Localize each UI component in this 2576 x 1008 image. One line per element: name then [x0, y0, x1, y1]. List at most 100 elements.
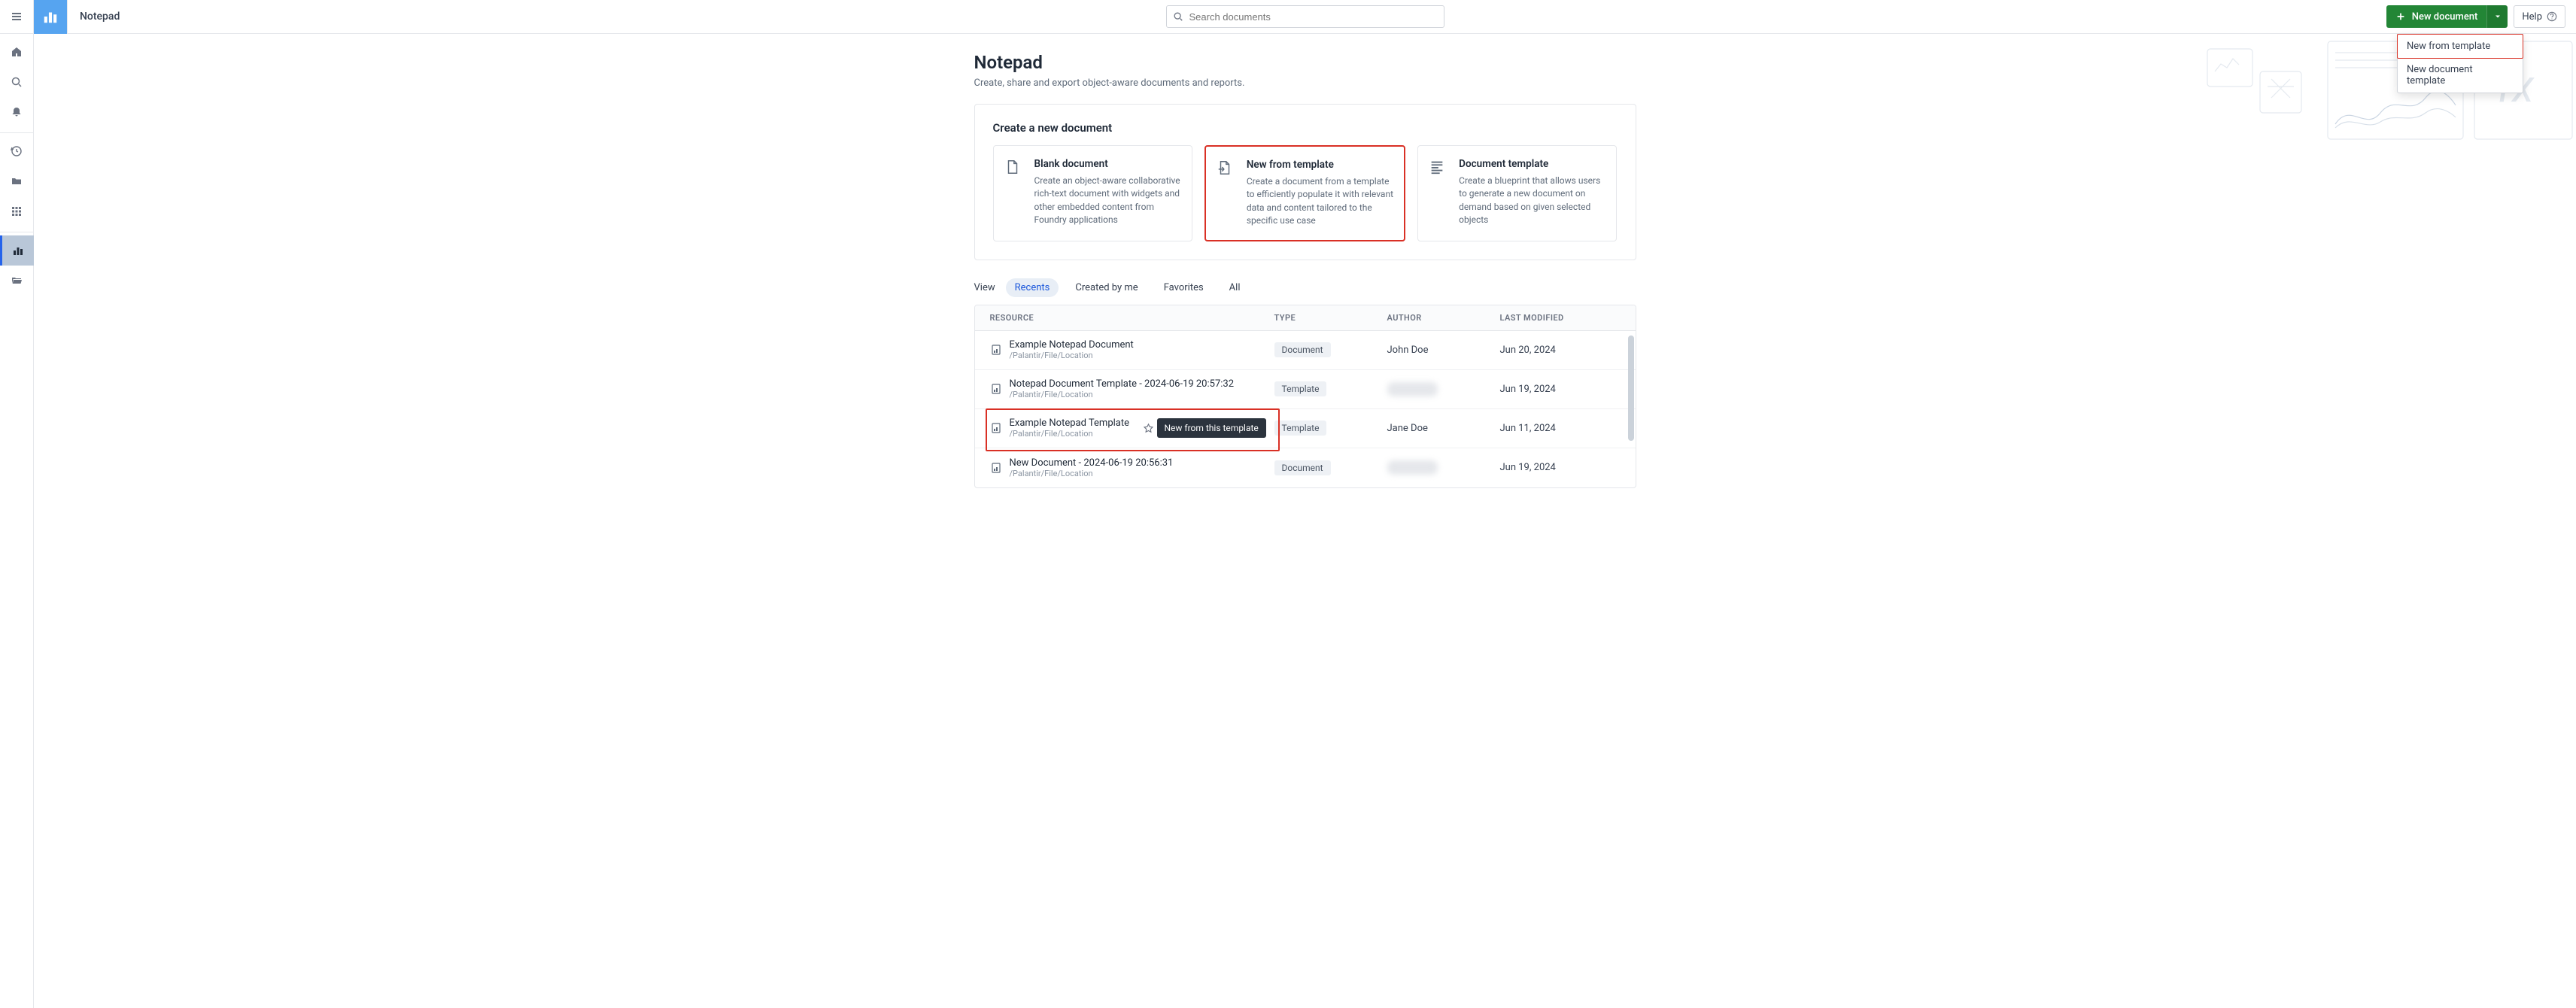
top-bar: Notepad New document Help	[34, 0, 2576, 34]
document-icon	[990, 462, 1002, 474]
option-title: Document template	[1459, 158, 1605, 170]
table-row[interactable]: Example Notepad Template /Palantir/File/…	[975, 409, 1636, 448]
nav-files[interactable]	[0, 166, 34, 196]
apps-grid-icon	[11, 205, 23, 217]
document-icon	[990, 344, 1002, 356]
modified-cell: Jun 20, 2024	[1500, 345, 1621, 356]
create-option-card[interactable]: Document template Create a blueprint tha…	[1417, 145, 1617, 241]
help-label: Help	[2522, 11, 2542, 23]
hamburger-button[interactable]	[0, 0, 34, 34]
create-option-card[interactable]: Blank document Create an object-aware co…	[993, 145, 1192, 241]
clock-icon	[11, 145, 23, 157]
type-cell: Document	[1274, 342, 1387, 357]
nav-home[interactable]	[0, 37, 34, 67]
hamburger-icon	[11, 11, 23, 23]
resource-name: Example Notepad Document	[1010, 339, 1134, 351]
nav-recent[interactable]	[0, 136, 34, 166]
type-badge: Template	[1274, 421, 1327, 436]
resource-name: Notepad Document Template - 2024-06-19 2…	[1010, 378, 1235, 390]
resource-name: New Document - 2024-06-19 20:56:31	[1010, 457, 1174, 469]
table-scrollbar[interactable]	[1628, 335, 1634, 486]
table-row[interactable]: Example Notepad Document /Palantir/File/…	[975, 331, 1636, 370]
file-import-icon	[1217, 159, 1238, 228]
author-cell: John Doe	[1387, 345, 1500, 356]
type-badge: Document	[1274, 460, 1331, 475]
table-row[interactable]: Notepad Document Template - 2024-06-19 2…	[975, 370, 1636, 409]
search-box	[1166, 5, 1444, 28]
documents-table: RESOURCE TYPE AUTHOR LAST MODIFIED Examp…	[974, 305, 1636, 488]
modified-cell: Jun 19, 2024	[1500, 384, 1621, 395]
page-subtitle: Create, share and export object-aware do…	[974, 77, 1636, 89]
author-cell: hidden	[1387, 462, 1500, 473]
create-section-heading: Create a new document	[993, 121, 1618, 135]
bar-chart-icon	[12, 244, 24, 257]
view-filter-row: View Recents Created by me Favorites All	[959, 278, 1651, 297]
option-description: Create a blueprint that allows users to …	[1459, 175, 1605, 227]
col-type: TYPE	[1274, 313, 1387, 323]
filter-chip[interactable]: All	[1220, 278, 1250, 297]
chevron-down-icon	[2493, 12, 2502, 21]
type-badge: Document	[1274, 342, 1331, 357]
file-icon	[1004, 158, 1025, 229]
option-title: Blank document	[1034, 158, 1181, 170]
brand-logo[interactable]	[34, 0, 68, 34]
create-option-card[interactable]: New from template Create a document from…	[1204, 145, 1405, 241]
table-row[interactable]: New Document - 2024-06-19 20:56:31 /Pala…	[975, 448, 1636, 487]
resource-path: /Palantir/File/Location	[1010, 469, 1174, 478]
bar-chart-icon	[42, 8, 59, 25]
option-description: Create an object-aware collaborative ric…	[1034, 175, 1181, 227]
resource-path: /Palantir/File/Location	[1010, 390, 1235, 399]
resource-cell: Example Notepad Template /Palantir/File/…	[990, 417, 1274, 439]
modified-cell: Jun 19, 2024	[1500, 462, 1621, 473]
dropdown-item[interactable]: New document template	[2398, 58, 2523, 93]
col-modified: LAST MODIFIED	[1500, 313, 1621, 323]
type-badge: Template	[1274, 381, 1327, 396]
nav-apps[interactable]	[0, 196, 34, 226]
resource-cell: Example Notepad Document /Palantir/File/…	[990, 339, 1274, 360]
table-header: RESOURCE TYPE AUTHOR LAST MODIFIED	[975, 305, 1636, 331]
filter-chip[interactable]: Recents	[1006, 278, 1059, 297]
help-icon	[2547, 11, 2557, 22]
create-document-card: Create a new document Blank document Cre…	[974, 104, 1636, 260]
dropdown-item[interactable]: New from template	[2397, 34, 2523, 59]
new-document-button[interactable]: New document	[2386, 5, 2487, 28]
left-rail	[0, 0, 34, 1008]
nav-notepad[interactable]	[0, 235, 34, 266]
type-cell: Template	[1274, 381, 1387, 396]
new-document-dropdown: New from templateNew document template	[2397, 34, 2523, 93]
home-icon	[11, 46, 23, 58]
plus-icon	[2395, 11, 2406, 22]
view-label: View	[974, 282, 995, 293]
resource-name: Example Notepad Template	[1010, 417, 1130, 429]
help-button[interactable]: Help	[2514, 5, 2565, 28]
filter-chip[interactable]: Created by me	[1066, 278, 1147, 297]
search-icon	[11, 76, 23, 88]
bell-icon	[11, 106, 23, 118]
nav-search[interactable]	[0, 67, 34, 97]
author-cell: Jane Doe	[1387, 423, 1500, 434]
nav-notifications[interactable]	[0, 97, 34, 127]
tooltip: New from this template	[1157, 418, 1266, 438]
search-input[interactable]	[1189, 11, 1438, 23]
col-resource: RESOURCE	[990, 313, 1274, 323]
resource-path: /Palantir/File/Location	[1010, 429, 1130, 439]
filter-chip[interactable]: Favorites	[1155, 278, 1213, 297]
new-document-label: New document	[2412, 11, 2478, 23]
resource-path: /Palantir/File/Location	[1010, 351, 1134, 360]
option-description: Create a document from a template to eff…	[1247, 175, 1393, 228]
main-column: Notepad New document Help	[34, 0, 2576, 1008]
page-title: Notepad	[974, 52, 1636, 73]
new-document-caret[interactable]	[2486, 5, 2508, 28]
open-folder-icon	[11, 275, 23, 287]
resource-cell: Notepad Document Template - 2024-06-19 2…	[990, 378, 1274, 399]
type-cell: Document	[1274, 460, 1387, 475]
app-title: Notepad	[68, 11, 132, 23]
nav-open-folder[interactable]	[0, 266, 34, 296]
document-icon	[990, 383, 1002, 395]
col-author: AUTHOR	[1387, 313, 1500, 323]
type-cell: Template	[1274, 421, 1387, 436]
search-icon	[1173, 11, 1183, 22]
modified-cell: Jun 11, 2024	[1500, 423, 1621, 434]
resource-cell: New Document - 2024-06-19 20:56:31 /Pala…	[990, 457, 1274, 478]
author-cell: hidden	[1387, 384, 1500, 395]
